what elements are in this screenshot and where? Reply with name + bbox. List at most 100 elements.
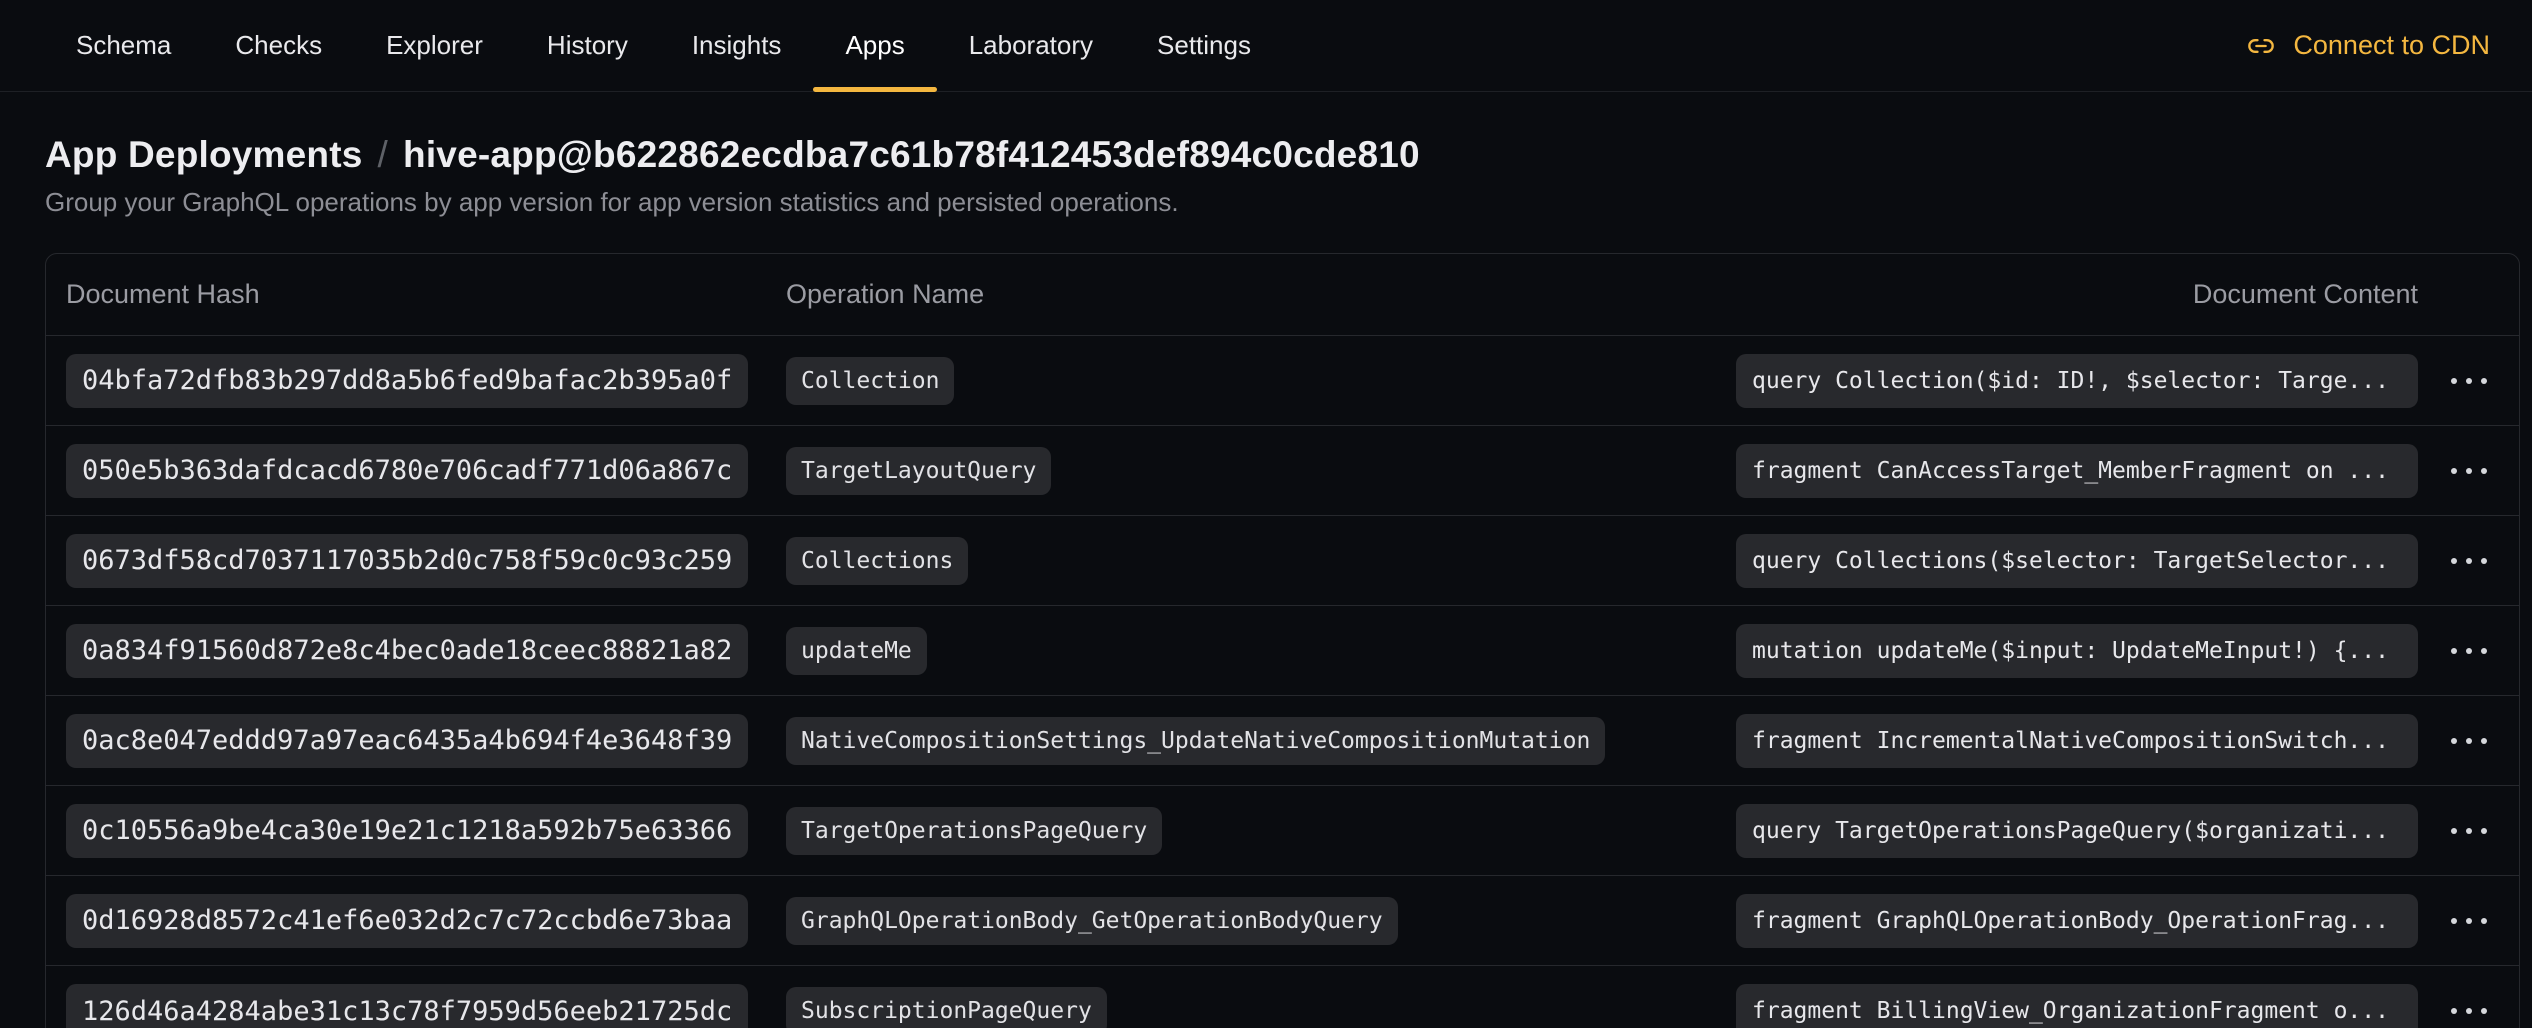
row-menu-cell bbox=[2418, 648, 2519, 654]
document-hash-pill[interactable]: 04bfa72dfb83b297dd8a5b6fed9bafac2b395a0f bbox=[66, 354, 748, 408]
row-menu-button[interactable] bbox=[2418, 738, 2519, 744]
column-header-document-hash: Document Hash bbox=[66, 279, 786, 310]
table-row: 126d46a4284abe31c13c78f7959d56eeb21725dc… bbox=[46, 966, 2519, 1028]
nav-tab[interactable]: Apps bbox=[813, 0, 936, 91]
document-content-pill[interactable]: mutation updateMe($input: UpdateMeInput!… bbox=[1736, 624, 2418, 678]
row-menu-button[interactable] bbox=[2418, 1008, 2519, 1014]
ellipsis-icon bbox=[2451, 648, 2457, 654]
table-row: 0673df58cd7037117035b2d0c758f59c0c93c259… bbox=[46, 516, 2519, 606]
document-hash-pill[interactable]: 0c10556a9be4ca30e19e21c1218a592b75e63366 bbox=[66, 804, 748, 858]
document-hash-cell: 0a834f91560d872e8c4bec0ade18ceec88821a82 bbox=[66, 624, 786, 678]
row-menu-cell bbox=[2418, 918, 2519, 924]
document-hash-pill[interactable]: 050e5b363dafdcacd6780e706cadf771d06a867c bbox=[66, 444, 748, 498]
row-menu-cell bbox=[2418, 468, 2519, 474]
document-content-pill[interactable]: fragment GraphQLOperationBody_OperationF… bbox=[1736, 894, 2418, 948]
document-content-cell: fragment BillingView_OrganizationFragmen… bbox=[1736, 984, 2418, 1028]
operation-name-cell: GraphQLOperationBody_GetOperationBodyQue… bbox=[786, 897, 1736, 945]
ellipsis-icon bbox=[2451, 738, 2457, 744]
document-content-pill[interactable]: query Collection($id: ID!, $selector: Ta… bbox=[1736, 354, 2418, 408]
app-deployments-table: Document Hash Operation Name Document Co… bbox=[45, 253, 2520, 1028]
document-content-cell: query TargetOperationsPageQuery($organiz… bbox=[1736, 804, 2418, 858]
operation-name-pill[interactable]: Collection bbox=[786, 357, 954, 405]
nav-tab[interactable]: Settings bbox=[1125, 0, 1283, 91]
nav-tab[interactable]: Insights bbox=[660, 0, 814, 91]
table-header-row: Document Hash Operation Name Document Co… bbox=[46, 254, 2519, 336]
document-hash-cell: 0ac8e047eddd97a97eac6435a4b694f4e3648f39 bbox=[66, 714, 786, 768]
top-nav: Schema Checks Explorer History Insights … bbox=[0, 0, 2532, 92]
ellipsis-icon bbox=[2451, 378, 2457, 384]
document-content-cell: fragment CanAccessTarget_MemberFragment … bbox=[1736, 444, 2418, 498]
nav-tab[interactable]: History bbox=[515, 0, 660, 91]
ellipsis-icon bbox=[2451, 468, 2457, 474]
document-hash-pill[interactable]: 0d16928d8572c41ef6e032d2c7c72ccbd6e73baa bbox=[66, 894, 748, 948]
row-menu-button[interactable] bbox=[2418, 918, 2519, 924]
table-row: 04bfa72dfb83b297dd8a5b6fed9bafac2b395a0f… bbox=[46, 336, 2519, 426]
document-hash-cell: 126d46a4284abe31c13c78f7959d56eeb21725dc bbox=[66, 984, 786, 1028]
nav-tab-label: Settings bbox=[1157, 30, 1251, 61]
ellipsis-icon bbox=[2451, 558, 2457, 564]
breadcrumb-root[interactable]: App Deployments bbox=[45, 134, 363, 176]
breadcrumb: App Deployments / hive-app@b622862ecdba7… bbox=[45, 134, 2487, 176]
operation-name-cell: updateMe bbox=[786, 627, 1736, 675]
breadcrumb-current-app: hive-app@b622862ecdba7c61b78f412453def89… bbox=[403, 134, 1420, 176]
document-hash-cell: 0673df58cd7037117035b2d0c758f59c0c93c259 bbox=[66, 534, 786, 588]
row-menu-button[interactable] bbox=[2418, 558, 2519, 564]
row-menu-cell bbox=[2418, 558, 2519, 564]
table-body: 04bfa72dfb83b297dd8a5b6fed9bafac2b395a0f… bbox=[46, 336, 2519, 1028]
operation-name-cell: Collections bbox=[786, 537, 1736, 585]
table-row: 0a834f91560d872e8c4bec0ade18ceec88821a82… bbox=[46, 606, 2519, 696]
document-hash-pill[interactable]: 0ac8e047eddd97a97eac6435a4b694f4e3648f39 bbox=[66, 714, 748, 768]
nav-tab-label: Explorer bbox=[386, 30, 483, 61]
operation-name-cell: NativeCompositionSettings_UpdateNativeCo… bbox=[786, 717, 1736, 765]
document-hash-cell: 0d16928d8572c41ef6e032d2c7c72ccbd6e73baa bbox=[66, 894, 786, 948]
row-menu-button[interactable] bbox=[2418, 828, 2519, 834]
nav-tab[interactable]: Laboratory bbox=[937, 0, 1125, 91]
document-hash-pill[interactable]: 126d46a4284abe31c13c78f7959d56eeb21725dc bbox=[66, 984, 748, 1028]
table-row: 050e5b363dafdcacd6780e706cadf771d06a867c… bbox=[46, 426, 2519, 516]
document-content-cell: fragment GraphQLOperationBody_OperationF… bbox=[1736, 894, 2418, 948]
row-menu-cell bbox=[2418, 738, 2519, 744]
column-header-operation-name: Operation Name bbox=[786, 279, 1736, 310]
operation-name-pill[interactable]: updateMe bbox=[786, 627, 927, 675]
operation-name-pill[interactable]: TargetLayoutQuery bbox=[786, 447, 1051, 495]
operation-name-cell: TargetOperationsPageQuery bbox=[786, 807, 1736, 855]
document-hash-cell: 04bfa72dfb83b297dd8a5b6fed9bafac2b395a0f bbox=[66, 354, 786, 408]
document-content-cell: fragment IncrementalNativeCompositionSwi… bbox=[1736, 714, 2418, 768]
row-menu-cell bbox=[2418, 828, 2519, 834]
row-menu-button[interactable] bbox=[2418, 468, 2519, 474]
operation-name-pill[interactable]: GraphQLOperationBody_GetOperationBodyQue… bbox=[786, 897, 1398, 945]
ellipsis-icon bbox=[2451, 918, 2457, 924]
connect-to-cdn-link[interactable]: Connect to CDN bbox=[2247, 0, 2490, 91]
nav-tab[interactable]: Explorer bbox=[354, 0, 515, 91]
operation-name-cell: SubscriptionPageQuery bbox=[786, 987, 1736, 1028]
row-menu-button[interactable] bbox=[2418, 648, 2519, 654]
nav-tab[interactable]: Schema bbox=[44, 0, 203, 91]
table-row: 0d16928d8572c41ef6e032d2c7c72ccbd6e73baa… bbox=[46, 876, 2519, 966]
operation-name-pill[interactable]: Collections bbox=[786, 537, 968, 585]
operation-name-pill[interactable]: NativeCompositionSettings_UpdateNativeCo… bbox=[786, 717, 1605, 765]
nav-tab-label: Insights bbox=[692, 30, 782, 61]
column-header-document-content: Document Content bbox=[1736, 279, 2418, 310]
ellipsis-icon bbox=[2451, 1008, 2457, 1014]
operation-name-cell: Collection bbox=[786, 357, 1736, 405]
nav-tab-label: Checks bbox=[235, 30, 322, 61]
nav-tab[interactable]: Checks bbox=[203, 0, 354, 91]
table-row: 0c10556a9be4ca30e19e21c1218a592b75e63366… bbox=[46, 786, 2519, 876]
document-hash-pill[interactable]: 0673df58cd7037117035b2d0c758f59c0c93c259 bbox=[66, 534, 748, 588]
row-menu-button[interactable] bbox=[2418, 378, 2519, 384]
document-content-pill[interactable]: fragment BillingView_OrganizationFragmen… bbox=[1736, 984, 2418, 1028]
document-content-pill[interactable]: fragment IncrementalNativeCompositionSwi… bbox=[1736, 714, 2418, 768]
nav-tabs: Schema Checks Explorer History Insights … bbox=[44, 0, 1283, 91]
nav-tab-label: Apps bbox=[845, 30, 904, 61]
nav-tab-label: History bbox=[547, 30, 628, 61]
connect-to-cdn-label: Connect to CDN bbox=[2293, 30, 2490, 61]
operation-name-pill[interactable]: SubscriptionPageQuery bbox=[786, 987, 1107, 1028]
row-menu-cell bbox=[2418, 378, 2519, 384]
nav-tab-label: Laboratory bbox=[969, 30, 1093, 61]
operation-name-pill[interactable]: TargetOperationsPageQuery bbox=[786, 807, 1162, 855]
document-hash-pill[interactable]: 0a834f91560d872e8c4bec0ade18ceec88821a82 bbox=[66, 624, 748, 678]
document-content-pill[interactable]: fragment CanAccessTarget_MemberFragment … bbox=[1736, 444, 2418, 498]
breadcrumb-separator: / bbox=[378, 134, 388, 176]
document-content-pill[interactable]: query TargetOperationsPageQuery($organiz… bbox=[1736, 804, 2418, 858]
document-content-pill[interactable]: query Collections($selector: TargetSelec… bbox=[1736, 534, 2418, 588]
